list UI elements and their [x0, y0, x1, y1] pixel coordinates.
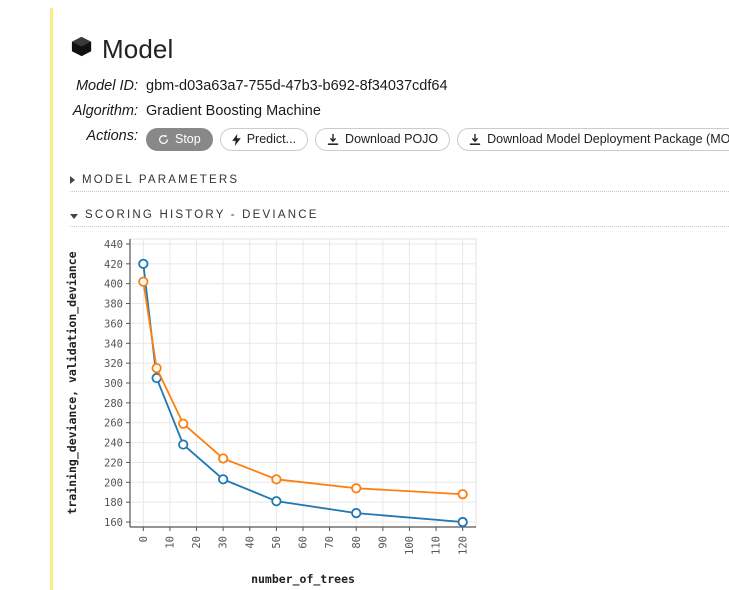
y-tick-label: 440	[104, 239, 123, 251]
data-point-training_deviance	[272, 497, 280, 505]
model-meta: Model ID: gbm-d03a63a7-755d-47b3-b692-8f…	[70, 74, 729, 152]
chevron-right-icon	[70, 176, 75, 184]
meta-row-actions: Actions: Stop	[70, 128, 729, 152]
x-tick-label: 90	[377, 536, 389, 549]
y-tick-label: 340	[104, 338, 123, 350]
section-model-parameters: MODEL PARAMETERS	[70, 174, 729, 192]
actions-label: Actions:	[70, 128, 146, 144]
data-point-training_deviance	[219, 475, 227, 483]
section-title-scoring-history: SCORING HISTORY - DEVIANCE	[85, 209, 319, 221]
data-point-validation_deviance	[179, 420, 187, 428]
x-tick-label: 70	[324, 536, 336, 549]
stop-button-label: Stop	[175, 133, 201, 146]
x-tick-label: 10	[165, 536, 177, 549]
algorithm-value: Gradient Boosting Machine	[146, 103, 321, 119]
y-tick-label: 160	[104, 517, 123, 529]
stop-button[interactable]: Stop	[146, 128, 213, 151]
page-title: Model	[102, 33, 173, 65]
scoring-history-chart: 1601802002202402602803003203403603804004…	[62, 231, 482, 590]
chevron-down-icon	[70, 214, 78, 219]
x-tick-label: 120	[457, 536, 469, 555]
x-axis-label: number_of_trees	[251, 572, 355, 587]
y-tick-label: 380	[104, 299, 123, 311]
x-tick-label: 110	[431, 536, 443, 555]
download-pojo-button-label: Download POJO	[345, 133, 438, 146]
download-pojo-button[interactable]: Download POJO	[315, 128, 450, 151]
meta-row-algorithm: Algorithm: Gradient Boosting Machine	[70, 99, 729, 123]
meta-row-model-id: Model ID: gbm-d03a63a7-755d-47b3-b692-8f…	[70, 74, 729, 98]
data-point-validation_deviance	[272, 475, 280, 483]
data-point-validation_deviance	[219, 454, 227, 462]
download-icon	[327, 134, 339, 146]
model-page: Model Model ID: gbm-d03a63a7-755d-47b3-b…	[0, 0, 729, 590]
model-header: Model	[70, 30, 729, 68]
x-tick-label: 50	[271, 536, 283, 549]
predict-button-label: Predict...	[247, 133, 296, 146]
y-tick-label: 420	[104, 259, 123, 271]
y-tick-label: 280	[104, 398, 123, 410]
y-tick-label: 220	[104, 457, 123, 469]
x-tick-label: 20	[191, 536, 203, 549]
section-header-model-parameters[interactable]: MODEL PARAMETERS	[70, 174, 729, 192]
model-id-value: gbm-d03a63a7-755d-47b3-b692-8f34037cdf64	[146, 78, 448, 94]
section-header-scoring-history[interactable]: SCORING HISTORY - DEVIANCE	[70, 209, 729, 227]
data-point-validation_deviance	[152, 364, 160, 372]
data-point-training_deviance	[352, 509, 360, 517]
x-tick-label: 0	[138, 536, 150, 542]
predict-button[interactable]: Predict...	[220, 128, 308, 151]
section-scoring-history: SCORING HISTORY - DEVIANCE 1601802002202…	[70, 209, 729, 590]
x-tick-label: 80	[351, 536, 363, 549]
y-tick-label: 360	[104, 318, 123, 330]
lightning-icon	[232, 134, 241, 146]
deviance-line-chart: 1601802002202402602803003203403603804004…	[62, 231, 482, 590]
action-button-group: Stop Predict...	[146, 128, 729, 151]
y-tick-label: 200	[104, 477, 123, 489]
data-point-training_deviance	[139, 260, 147, 268]
data-point-validation_deviance	[458, 490, 466, 498]
y-tick-label: 180	[104, 497, 123, 509]
x-tick-label: 100	[404, 536, 416, 555]
download-icon	[469, 134, 481, 146]
section-title-model-parameters: MODEL PARAMETERS	[82, 174, 239, 186]
cell-content: Model Model ID: gbm-d03a63a7-755d-47b3-b…	[70, 0, 729, 590]
cube-icon	[70, 35, 93, 63]
x-tick-label: 60	[298, 536, 310, 549]
y-axis-label: training_deviance, validation_deviance	[65, 251, 80, 514]
data-point-training_deviance	[179, 440, 187, 448]
y-tick-label: 260	[104, 418, 123, 430]
cell-accent-bar	[50, 8, 53, 590]
x-tick-label: 30	[218, 536, 230, 549]
x-tick-label: 40	[244, 536, 256, 549]
algorithm-label: Algorithm:	[70, 103, 146, 119]
data-point-validation_deviance	[139, 278, 147, 286]
download-mojo-button[interactable]: Download Model Deployment Package (MOJO)	[457, 128, 729, 151]
data-point-training_deviance	[458, 518, 466, 526]
y-tick-label: 400	[104, 279, 123, 291]
y-tick-label: 300	[104, 378, 123, 390]
y-tick-label: 240	[104, 438, 123, 450]
data-point-validation_deviance	[352, 484, 360, 492]
model-id-label: Model ID:	[70, 78, 146, 94]
download-mojo-button-label: Download Model Deployment Package (MOJO)	[487, 133, 729, 146]
y-tick-label: 320	[104, 358, 123, 370]
refresh-icon	[158, 134, 169, 145]
